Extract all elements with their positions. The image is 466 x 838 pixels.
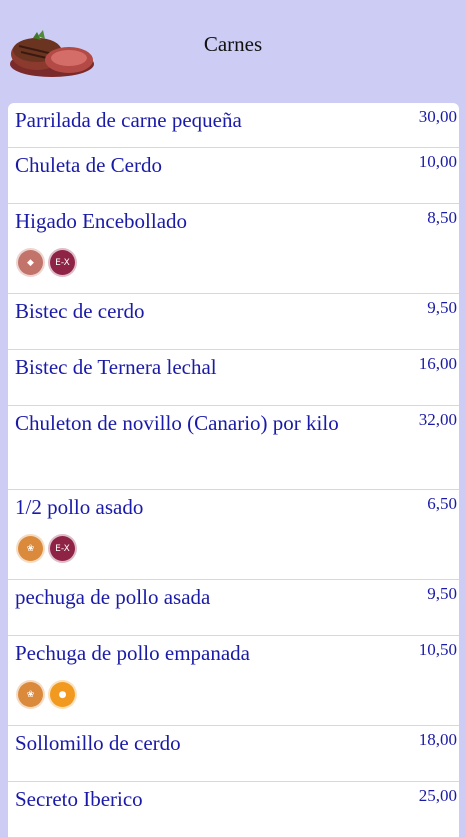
item-name: Chuleta de Cerdo [15,153,162,177]
item-price: 8,50 [427,208,457,227]
item-price: 25,00 [418,786,457,805]
item-price: 9,50 [427,298,457,317]
item-price: 18,00 [418,730,457,749]
item-price: 16,00 [418,354,457,373]
menu-item[interactable]: pechuga de pollo asada 9,50 [8,580,459,636]
header: Carnes [0,0,466,96]
menu-item[interactable]: Sollomillo de cerdo 18,00 [8,726,459,782]
item-price: 10,50 [418,640,457,659]
menu-item[interactable]: Chuleton de novillo (Canario) por kilo 32… [8,406,459,490]
menu-item[interactable]: Secreto Iberico 25,00 [8,782,459,838]
menu-item[interactable]: Pechuga de pollo empanada 10,50 ❀ ● [8,636,459,726]
item-price: 10,00 [418,152,457,171]
item-name: Bistec de cerdo [15,299,145,323]
menu-item[interactable]: Bistec de Ternera lechal 16,00 [8,350,459,406]
gluten-icon: ❀ [16,680,45,709]
allergen-icons: ❀ ● [16,680,77,709]
item-name: Sollomillo de cerdo [15,731,181,755]
item-name: Higado Encebollado [15,209,188,233]
menu-item[interactable]: Chuleta de Cerdo 10,00 [8,148,459,204]
item-name: Pechuga de pollo empanada [15,641,250,665]
menu-list: Parrilada de carne pequeña 30,00 Chuleta d… [8,103,459,838]
menu-item[interactable]: Parrilada de carne pequeña 30,00 [8,103,459,148]
item-price: 6,50 [427,494,457,513]
item-price: 30,00 [418,107,457,126]
mollusc-icon: ◆ [16,248,45,277]
item-price: 9,50 [427,584,457,603]
item-name: Parrilada de carne pequeña [15,108,242,132]
item-name: Bistec de Ternera lechal [15,355,217,379]
sulfite-icon: E-X [48,534,77,563]
menu-item[interactable]: Higado Encebollado 8,50 ◆ E-X [8,204,459,294]
allergen-icons: ❀ E-X [16,534,77,563]
menu-item[interactable]: 1/2 pollo asado 6,50 ❀ E-X [8,490,459,580]
item-name: Secreto Iberico [15,787,143,811]
sulfite-icon: E-X [48,248,77,277]
item-name: pechuga de pollo asada [15,585,211,609]
menu-item[interactable]: Bistec de cerdo 9,50 [8,294,459,350]
item-price: 32,00 [418,410,457,429]
gluten-icon: ❀ [16,534,45,563]
allergen-icons: ◆ E-X [16,248,77,277]
item-name: Chuleton de novillo (Canario) por kilo [15,411,339,435]
item-name: 1/2 pollo asado [15,495,144,519]
egg-icon: ● [48,680,77,709]
page-title: Carnes [203,32,263,56]
